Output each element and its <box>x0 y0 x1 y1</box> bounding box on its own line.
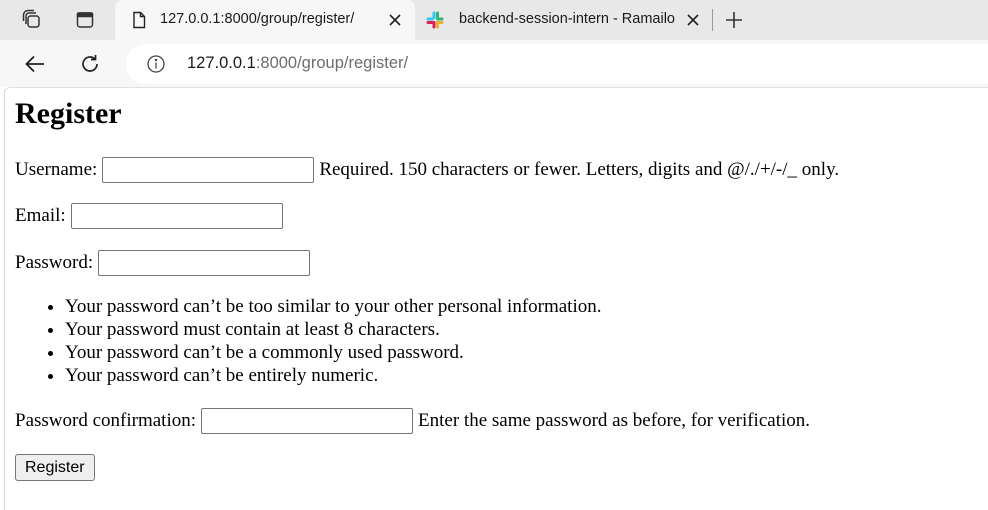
slack-icon <box>425 10 445 30</box>
list-item: Your password can’t be too similar to yo… <box>65 295 602 318</box>
username-label: Username: <box>15 159 98 180</box>
password-confirmation-input[interactable] <box>201 408 414 434</box>
email-label: Email: <box>15 205 66 226</box>
tab-actions-icon[interactable] <box>70 5 100 35</box>
url-text[interactable]: 127.0.0.1:8000/group/register/ <box>187 54 408 73</box>
username-help-text: Required. 150 characters or fewer. Lette… <box>319 159 840 180</box>
tab-strip: 127.0.0.1:8000/group/register/ backend-s… <box>0 0 988 40</box>
register-button[interactable]: Register <box>15 454 95 481</box>
password-confirmation-row: Password confirmation: Enter the same pa… <box>15 408 810 434</box>
site-info-icon[interactable] <box>146 54 166 74</box>
close-tab-icon[interactable] <box>385 10 405 30</box>
tab-title: 127.0.0.1:8000/group/register/ <box>160 11 355 27</box>
username-row: Username: Required. 150 characters or fe… <box>15 157 839 183</box>
password-help-list: Your password can’t be too similar to yo… <box>15 295 602 387</box>
password-row: Password: <box>15 250 311 276</box>
email-row: Email: <box>15 203 283 229</box>
tab-title: backend-session-intern - Ramailo <box>459 11 675 27</box>
url-path: :8000/group/register/ <box>255 54 409 72</box>
list-item: Your password can’t be entirely numeric. <box>65 364 602 387</box>
tab-divider <box>712 9 713 31</box>
browser-toolbar: 127.0.0.1:8000/group/register/ <box>0 40 988 87</box>
back-arrow-icon[interactable] <box>20 49 50 79</box>
tab-slack[interactable]: backend-session-intern - Ramailo <box>418 0 708 40</box>
username-input[interactable] <box>102 157 315 183</box>
page-content: Register Username: Required. 150 charact… <box>4 87 988 510</box>
url-host: 127.0.0.1 <box>187 54 256 72</box>
email-input[interactable] <box>70 203 283 229</box>
password-confirmation-help-text: Enter the same password as before, for v… <box>418 410 811 431</box>
new-tab-icon[interactable] <box>719 5 749 35</box>
password-input[interactable] <box>98 250 311 276</box>
tab-register[interactable]: 127.0.0.1:8000/group/register/ <box>115 0 415 40</box>
password-confirmation-label: Password confirmation: <box>15 410 197 431</box>
refresh-icon[interactable] <box>75 49 105 79</box>
password-label: Password: <box>15 252 94 273</box>
page-title: Register <box>15 97 122 130</box>
close-tab-icon[interactable] <box>683 10 703 30</box>
address-bar[interactable]: 127.0.0.1:8000/group/register/ <box>126 44 988 84</box>
document-icon <box>129 10 149 30</box>
list-item: Your password can’t be a commonly used p… <box>65 341 602 364</box>
workspaces-icon[interactable] <box>17 5 47 35</box>
list-item: Your password must contain at least 8 ch… <box>65 318 602 341</box>
